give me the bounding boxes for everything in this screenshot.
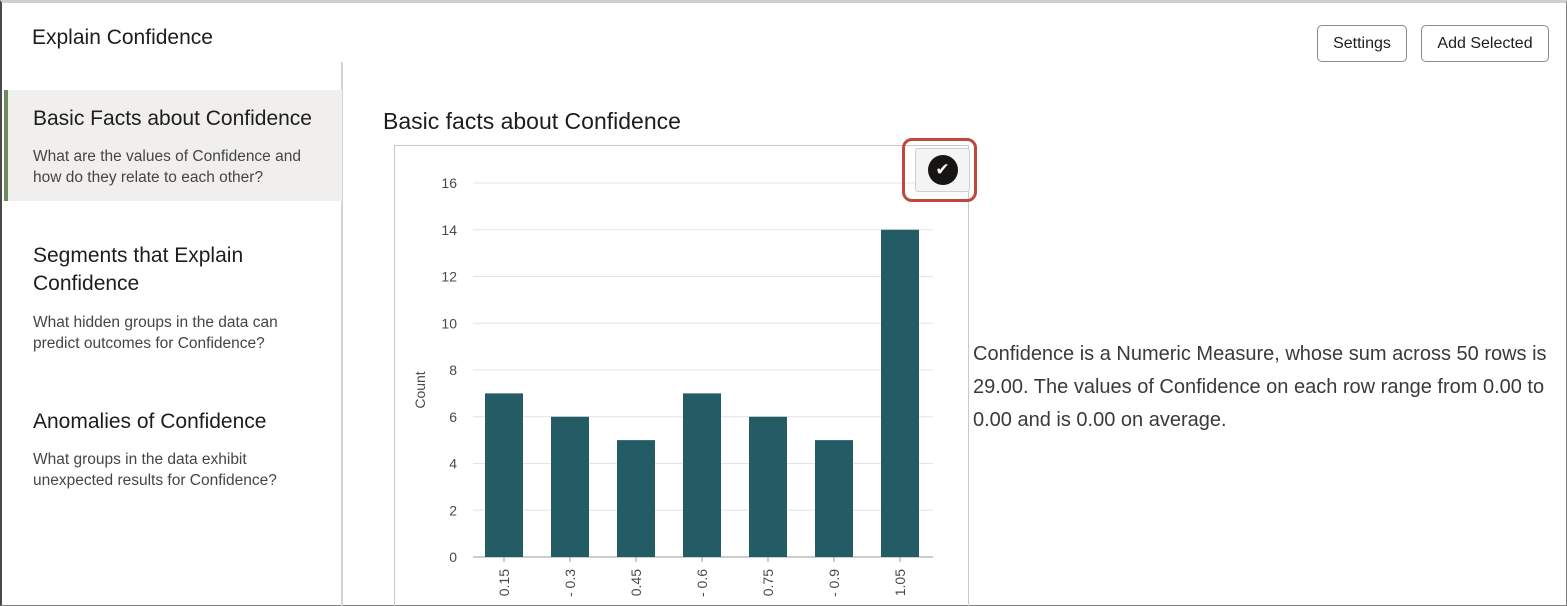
y-tick-label: 16 — [441, 175, 457, 191]
histogram-bar — [485, 393, 523, 557]
y-tick-label: 12 — [441, 269, 457, 285]
y-tick-label: 0 — [449, 549, 457, 565]
y-tick-label: 10 — [441, 315, 457, 331]
check-circle-icon: ✔ — [927, 155, 958, 185]
y-tick-label: 4 — [449, 456, 457, 472]
histogram-bar — [881, 229, 919, 557]
sidebar-item-title: Anomalies of Confidence — [33, 410, 267, 433]
y-axis-label: Count — [412, 371, 428, 408]
dialog-title: Explain Confidence — [32, 26, 213, 49]
summary-text: Confidence is a Numeric Measure, whose s… — [973, 343, 1547, 431]
x-tick-label: 0.15 — [496, 569, 512, 596]
histogram-bar — [815, 440, 853, 557]
x-tick-label: 0.75 — [760, 569, 776, 596]
x-tick-label: - 0.3 — [562, 569, 578, 597]
sidebar-item-title: Basic Facts about Confidence — [33, 107, 312, 130]
x-tick-label: 1.05 — [892, 569, 908, 596]
add-selected-button[interactable]: Add Selected — [1421, 25, 1549, 62]
histogram-bar — [749, 416, 787, 557]
section-title: Basic facts about Confidence — [383, 108, 681, 134]
histogram-bar — [683, 393, 721, 557]
sidebar-item-description: What are the values of Confidence and ho… — [33, 148, 301, 186]
y-tick-label: 14 — [441, 222, 457, 238]
x-tick-label: 0.45 — [628, 569, 644, 596]
sidebar-item-description: What hidden groups in the data can predi… — [33, 314, 278, 352]
sidebar-item-segments[interactable]: Segments that Explain Confidence What hi… — [4, 232, 342, 362]
settings-button[interactable]: Settings — [1317, 25, 1407, 62]
x-tick-label: - 0.6 — [694, 569, 710, 597]
y-tick-label: 8 — [449, 362, 457, 378]
sidebar-item-description: What groups in the data exhibit unexpect… — [33, 451, 277, 489]
sidebar-item-basic-facts[interactable]: Basic Facts about Confidence What are th… — [4, 90, 342, 201]
select-chart-button[interactable]: ✔ — [915, 148, 970, 192]
histogram-chart: 0 2 4 6 8 10 12 14 16 Count 0.15 - 0.3 0.45 - 0.6 0.75… — [412, 175, 933, 597]
histogram-bar — [551, 416, 589, 557]
x-tick-label: - 0.9 — [826, 569, 842, 597]
sidebar-item-anomalies[interactable]: Anomalies of Confidence What groups in t… — [4, 402, 342, 502]
y-tick-label: 6 — [449, 409, 457, 425]
select-highlight: ✔ — [902, 138, 977, 202]
y-tick-label: 2 — [449, 502, 457, 518]
active-indicator — [4, 90, 8, 201]
histogram-bar — [617, 440, 655, 557]
sidebar-item-title: Segments that Explain Confidence — [33, 244, 244, 295]
sidebar: Basic Facts about Confidence What are th… — [4, 62, 343, 606]
